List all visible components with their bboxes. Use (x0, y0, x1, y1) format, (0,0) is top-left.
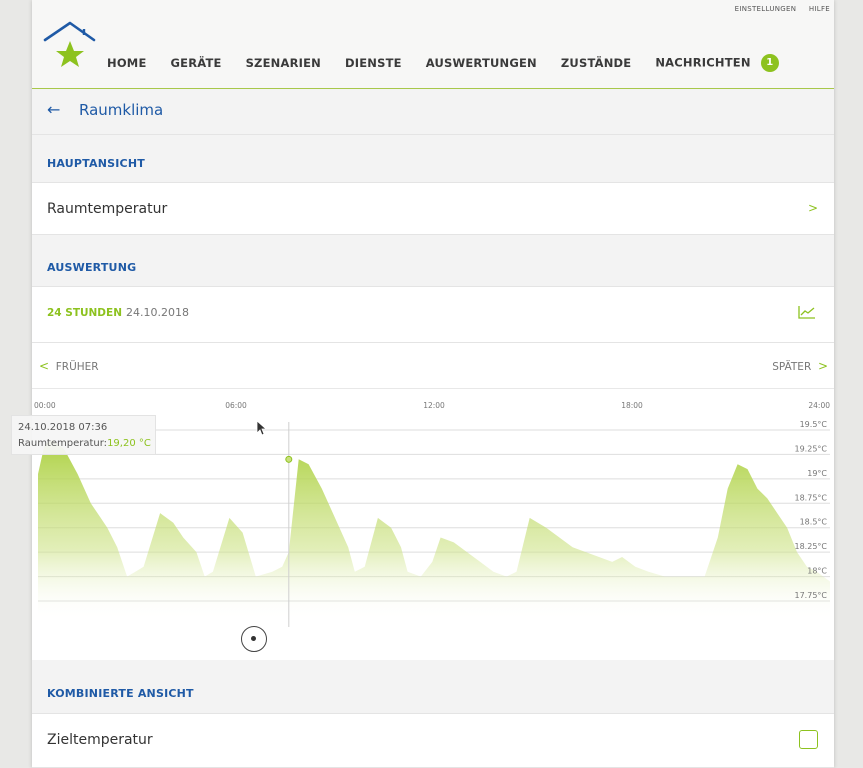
section-combined: KOMBINIERTE ANSICHT (32, 660, 834, 714)
chart-tooltip: 24.10.2018 07:36 Raumtemperatur:19,20 °C (11, 415, 156, 455)
app-window: EINSTELLUNGEN HILFE HOME GERÄTE SZENARIE… (32, 0, 834, 768)
title-bar: ← Raumklima (32, 89, 834, 135)
header: EINSTELLUNGEN HILFE HOME GERÄTE SZENARIE… (32, 0, 834, 89)
settings-link[interactable]: EINSTELLUNGEN (735, 5, 797, 13)
pager-row: < FRÜHER SPÄTER > (32, 343, 834, 389)
home-star-logo-icon[interactable] (42, 20, 98, 72)
x-tick-label: 24:00 (808, 401, 830, 410)
tooltip-label: Raumtemperatur:19,20 °C (18, 438, 151, 449)
nav-devices[interactable]: GERÄTE (171, 56, 222, 70)
help-link[interactable]: HILFE (809, 5, 830, 13)
x-tick-label: 06:00 (225, 401, 247, 410)
list-item-target-temperature[interactable]: Zieltemperatur (32, 714, 834, 768)
scrubber-dot (251, 636, 256, 641)
earlier-label: FRÜHER (55, 361, 99, 373)
nav-states[interactable]: ZUSTÄNDE (561, 56, 631, 70)
line-chart-icon[interactable] (798, 305, 816, 319)
main-nav: HOME GERÄTE SZENARIEN DIENSTE AUSWERTUNG… (107, 54, 803, 72)
nav-home[interactable]: HOME (107, 56, 147, 70)
nav-scenarios[interactable]: SZENARIEN (246, 56, 321, 70)
y-tick-label: 18.5°C (800, 518, 828, 527)
room-temperature-label: Raumtemperatur (47, 201, 168, 217)
later-label: SPÄTER (772, 361, 812, 373)
hover-point (285, 455, 293, 463)
y-tick-label: 19.25°C (795, 444, 828, 453)
scrubber-handle[interactable] (241, 626, 267, 652)
target-temperature-label: Zieltemperatur (47, 732, 153, 748)
nav-messages-label: NACHRICHTEN (655, 55, 751, 70)
messages-count-badge: 1 (760, 54, 779, 72)
range-row[interactable]: 24 STUNDEN 24.10.2018 (32, 287, 834, 343)
y-tick-label: 17.75°C (795, 591, 828, 600)
tooltip-label-text: Raumtemperatur: (18, 438, 108, 449)
y-tick-label: 19°C (807, 469, 827, 478)
section-evaluation-heading: AUSWERTUNG (47, 261, 137, 274)
range-date: 24.10.2018 (126, 306, 189, 319)
section-main-view: HAUPTANSICHT (32, 135, 834, 183)
list-item-room-temperature[interactable]: Raumtemperatur > (32, 183, 834, 235)
top-links: EINSTELLUNGEN HILFE (725, 5, 830, 13)
nav-evaluations[interactable]: AUSWERTUNGEN (426, 56, 537, 70)
tooltip-value: 19,20 °C (107, 438, 151, 449)
mouse-cursor-icon (256, 420, 268, 436)
x-tick-label: 00:00 (34, 401, 56, 410)
x-tick-label: 12:00 (423, 401, 445, 410)
y-tick-label: 18°C (807, 567, 827, 576)
page-title: Raumklima (79, 101, 164, 119)
range-label[interactable]: 24 STUNDEN (47, 307, 122, 319)
nav-messages[interactable]: NACHRICHTEN 1 (655, 54, 779, 72)
series-area (38, 439, 830, 621)
chevron-left-icon: < (39, 359, 50, 373)
x-tick-label: 18:00 (621, 401, 643, 410)
target-temperature-checkbox[interactable] (799, 730, 818, 749)
background-right (834, 0, 863, 768)
chevron-right-icon: > (807, 201, 818, 215)
y-tick-label: 19.5°C (800, 420, 828, 429)
section-combined-heading: KOMBINIERTE ANSICHT (47, 687, 194, 700)
later-button[interactable]: SPÄTER > (772, 359, 828, 373)
section-main-view-heading: HAUPTANSICHT (47, 157, 145, 170)
arrow-left-icon[interactable]: ← (47, 100, 60, 119)
y-tick-label: 18.75°C (795, 493, 828, 502)
earlier-button[interactable]: < FRÜHER (39, 359, 99, 373)
chevron-right-icon: > (817, 359, 828, 373)
background-left (0, 0, 32, 768)
section-evaluation: AUSWERTUNG (32, 235, 834, 287)
tooltip-date: 24.10.2018 07:36 (18, 422, 108, 433)
nav-services[interactable]: DIENSTE (345, 56, 402, 70)
y-tick-label: 18.25°C (795, 542, 828, 551)
